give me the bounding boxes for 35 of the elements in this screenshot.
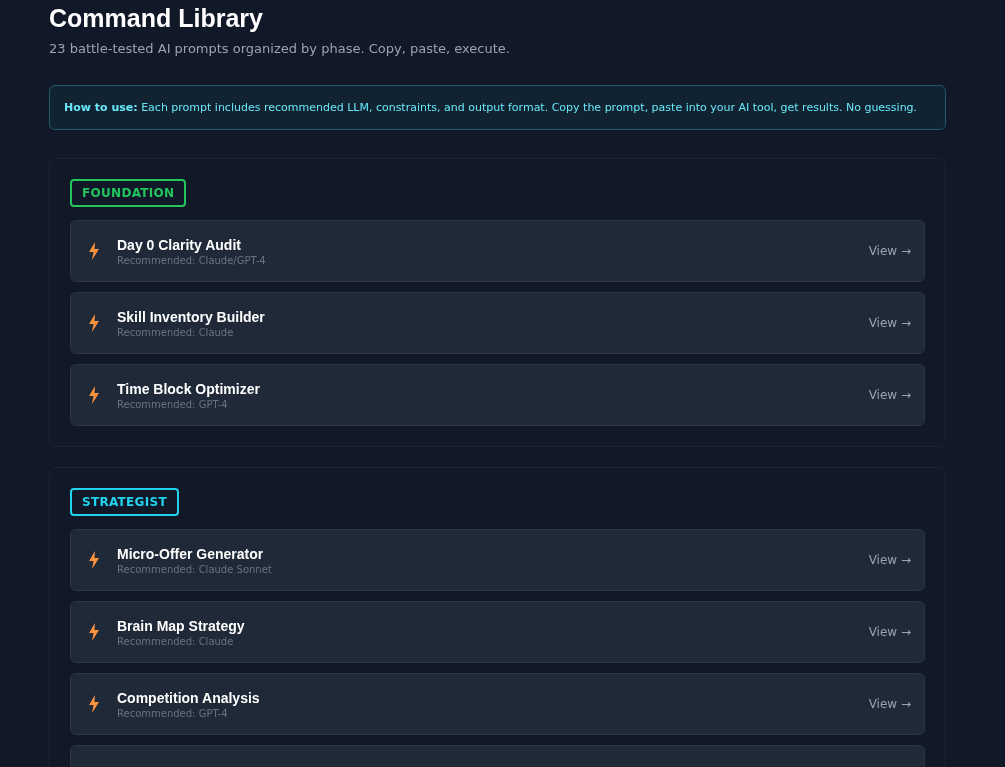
prompt-card[interactable]: Brain Map Strategy Recommended: Claude View → bbox=[70, 601, 925, 663]
prompt-title: Time Block Optimizer bbox=[117, 380, 261, 397]
lightning-icon bbox=[87, 695, 101, 713]
phase-badge: FOUNDATION bbox=[70, 179, 187, 207]
prompt-title: Skill Inventory Builder bbox=[117, 308, 266, 325]
lightning-icon bbox=[87, 623, 101, 641]
prompt-title: Brain Map Strategy bbox=[117, 617, 246, 634]
recommended-model: Recommended: Claude bbox=[117, 635, 235, 647]
recommended-model: Recommended: GPT-4 bbox=[117, 398, 229, 410]
view-link[interactable]: View → bbox=[868, 312, 911, 334]
usage-notice: How to use: Each prompt includes recommended LLM, constraints, and output format. Copy the prompt, paste into your AI tool, get results. No guessing. bbox=[49, 85, 946, 130]
prompt-card[interactable]: Competition Analysis Recommended: GPT-4 View → bbox=[70, 673, 925, 735]
recommended-model: Recommended: GPT-4 bbox=[117, 707, 229, 719]
view-link[interactable]: View → bbox=[868, 549, 911, 571]
recommended-model: Recommended: Claude/GPT-4 bbox=[117, 254, 267, 266]
lightning-icon bbox=[87, 386, 101, 404]
lightning-icon bbox=[87, 551, 101, 569]
view-link[interactable]: View → bbox=[868, 384, 911, 406]
prompt-card[interactable]: Micro-Offer Generator Recommended: Claude Sonnet View → bbox=[70, 529, 925, 591]
prompt-title: Micro-Offer Generator bbox=[117, 545, 265, 562]
lightning-icon bbox=[87, 242, 101, 260]
prompt-card[interactable]: Time Block Optimizer Recommended: GPT-4 View → bbox=[70, 364, 925, 426]
prompt-title: Day 0 Clarity Audit bbox=[117, 236, 242, 253]
lightning-icon bbox=[87, 314, 101, 332]
page-subtitle: 23 battle-tested AI prompts organized by phase. Copy, paste, execute. bbox=[49, 41, 511, 56]
prompt-card[interactable]: Skill Inventory Builder Recommended: Claude View → bbox=[70, 292, 925, 354]
recommended-model: Recommended: Claude Sonnet bbox=[117, 563, 273, 575]
view-link[interactable]: View → bbox=[868, 240, 911, 262]
view-link[interactable]: View → bbox=[868, 621, 911, 643]
prompt-card[interactable]: Day 0 Clarity Audit Recommended: Claude/GPT-4 View → bbox=[70, 220, 925, 282]
view-link[interactable]: View → bbox=[868, 693, 911, 715]
page-title: Command Library bbox=[49, 3, 264, 33]
phase-badge: STRATEGIST bbox=[70, 488, 179, 516]
prompt-title: Competition Analysis bbox=[117, 689, 261, 706]
recommended-model: Recommended: Claude bbox=[117, 326, 235, 338]
